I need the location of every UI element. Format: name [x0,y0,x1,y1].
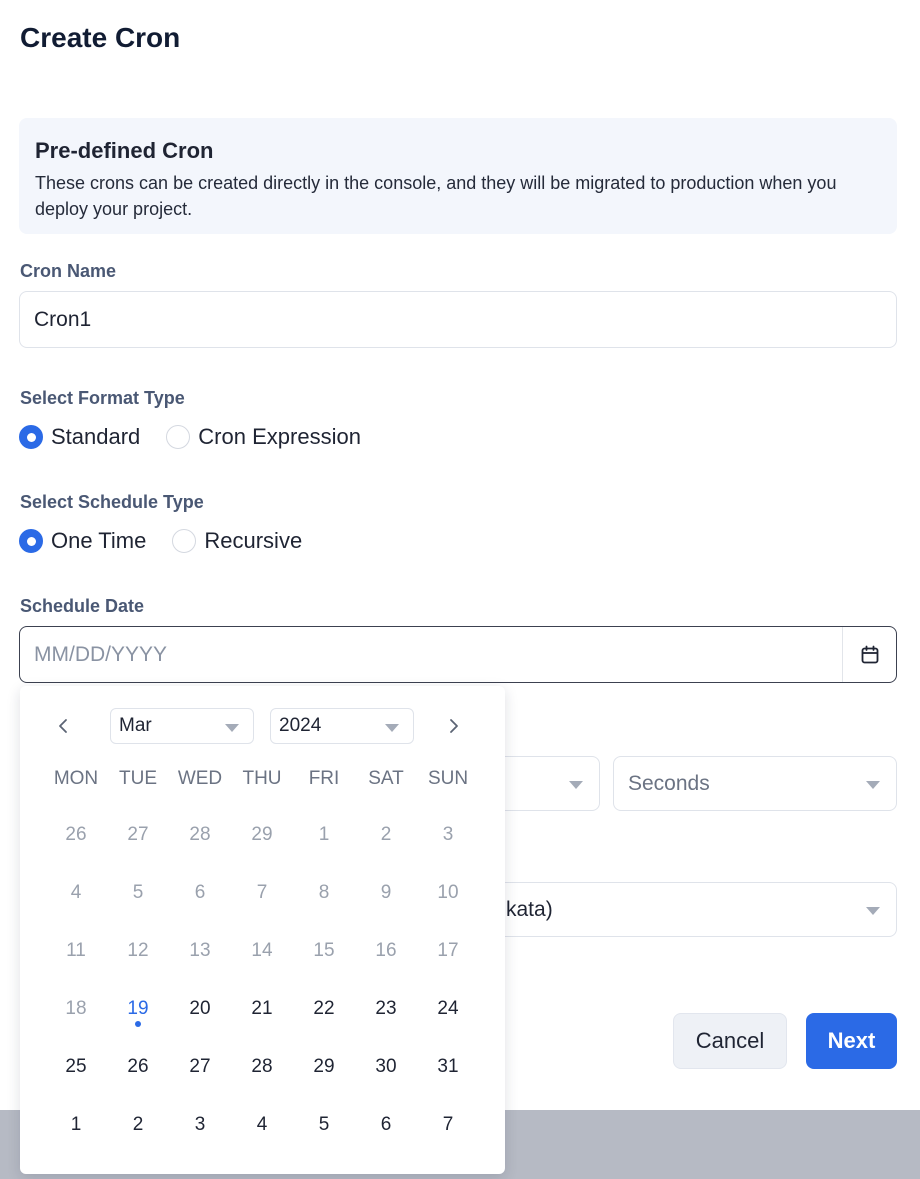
calendar-day[interactable]: 26 [45,806,107,864]
time-unit-value: Seconds [628,771,710,795]
radio-cron-expression-label: Cron Expression [198,424,361,449]
calendar-day[interactable]: 31 [417,1038,479,1096]
format-type-label: Select Format Type [20,388,185,408]
month-select[interactable]: Mar [110,708,254,744]
year-value: 2024 [279,715,322,736]
month-value: Mar [119,715,152,736]
calendar-day[interactable]: 21 [231,980,293,1038]
chevron-down-icon [569,781,583,789]
calendar-day[interactable]: 3 [169,1096,231,1154]
prev-month-button[interactable] [50,712,78,740]
radio-cron-expression[interactable]: Cron Expression [166,424,361,450]
page-title: Create Cron [20,22,181,53]
chevron-down-icon [866,907,880,915]
schedule-date-input [19,626,897,683]
chevron-down-icon [225,724,239,732]
calendar-day[interactable]: 22 [293,980,355,1038]
calendar-day[interactable]: 26 [107,1038,169,1096]
chevron-left-icon [59,719,67,733]
calendar-day[interactable]: 7 [231,864,293,922]
format-type-radio-group: Standard Cron Expression [19,424,387,450]
chevron-down-icon [385,724,399,732]
radio-recursive-label: Recursive [204,528,303,553]
cron-name-input[interactable] [19,291,897,348]
timezone-value: kata) [506,897,553,921]
calendar-day[interactable]: 5 [293,1096,355,1154]
calendar-day[interactable]: 9 [355,864,417,922]
calendar-day[interactable]: 2 [355,806,417,864]
radio-standard-label: Standard [51,424,141,449]
calendar-day[interactable]: 15 [293,922,355,980]
radio-one-time-label: One Time [51,528,147,553]
calendar-day[interactable]: 29 [231,806,293,864]
calendar-days-grid: 26 27 28 29 1 2 3 4 5 6 7 8 9 10 11 12 13 14 15 16 17 18 19 20 2… [45,806,479,1154]
schedule-date-label: Schedule Date [20,596,145,616]
calendar-day[interactable]: 3 [417,806,479,864]
info-text: These crons can be created directly in t… [35,173,837,219]
calendar-day[interactable]: 7 [417,1096,479,1154]
weekday-label: TUE [119,768,157,789]
time-unit-select[interactable]: Seconds [613,756,897,811]
cancel-button[interactable]: Cancel [673,1013,787,1069]
calendar-day[interactable]: 8 [293,864,355,922]
schedule-type-radio-group: One Time Recursive [19,528,328,554]
radio-standard[interactable]: Standard [19,424,140,450]
calendar-day[interactable]: 30 [355,1038,417,1096]
weekday-label: THU [242,768,282,789]
calendar-day[interactable]: 1 [293,806,355,864]
radio-cron-expression-circle[interactable] [166,425,191,449]
radio-recursive[interactable]: Recursive [172,528,302,554]
schedule-date-field[interactable] [20,627,842,682]
calendar-day[interactable]: 1 [45,1096,107,1154]
calendar-day[interactable]: 29 [293,1038,355,1096]
calendar-day[interactable]: 27 [169,1038,231,1096]
calendar-day[interactable]: 17 [417,922,479,980]
weekday-label: WED [177,768,223,789]
next-button[interactable]: Next [806,1013,897,1069]
calendar-day[interactable]: 6 [169,864,231,922]
date-picker-popup: Mar 2024 MON TUE WED THU FRI SAT SUN 26 2… [20,686,505,1174]
calendar-day[interactable]: 18 [45,980,107,1038]
calendar-day[interactable]: 11 [45,922,107,980]
weekday-label: MON [53,768,99,789]
calendar-day[interactable]: 20 [169,980,231,1038]
calendar-day[interactable]: 2 [107,1096,169,1154]
next-month-button[interactable] [439,712,467,740]
calendar-day[interactable]: 27 [107,806,169,864]
weekday-header: MON TUE WED THU FRI SAT SUN [45,768,479,790]
calendar-day-today[interactable]: 19 [107,980,169,1038]
radio-standard-circle[interactable] [19,425,43,449]
calendar-day[interactable]: 14 [231,922,293,980]
calendar-day[interactable]: 23 [355,980,417,1038]
cron-name-label: Cron Name [20,261,117,281]
info-heading: Pre-defined Cron [35,138,214,163]
calendar-icon [861,645,878,663]
calendar-day[interactable]: 28 [169,806,231,864]
calendar-day[interactable]: 6 [355,1096,417,1154]
chevron-right-icon [450,719,458,733]
radio-one-time[interactable]: One Time [19,528,146,554]
calendar-day[interactable]: 24 [417,980,479,1038]
radio-one-time-circle[interactable] [19,529,43,553]
weekday-label: FRI [308,768,340,789]
calendar-day[interactable]: 12 [107,922,169,980]
calendar-day[interactable]: 25 [45,1038,107,1096]
calendar-day[interactable]: 4 [231,1096,293,1154]
calendar-day[interactable]: 5 [107,864,169,922]
year-select[interactable]: 2024 [270,708,414,744]
weekday-label: SAT [368,768,404,789]
radio-recursive-circle[interactable] [172,529,197,553]
weekday-label: SUN [427,768,469,789]
info-box: Pre-defined Cron These crons can be crea… [19,118,897,234]
calendar-day[interactable]: 16 [355,922,417,980]
schedule-type-label: Select Schedule Type [20,492,204,512]
calendar-day[interactable]: 10 [417,864,479,922]
calendar-day[interactable]: 4 [45,864,107,922]
calendar-button[interactable] [842,627,896,682]
calendar-day[interactable]: 13 [169,922,231,980]
chevron-down-icon [866,781,880,789]
calendar-day[interactable]: 28 [231,1038,293,1096]
